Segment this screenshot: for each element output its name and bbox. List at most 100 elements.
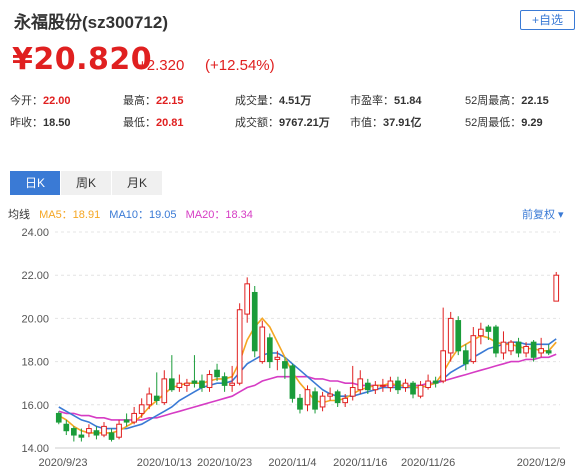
add-to-watchlist-button[interactable]: +自选 (520, 10, 575, 30)
candle-body (440, 350, 447, 382)
tab-weekly-k[interactable]: 周K (61, 171, 111, 195)
x-tick-label: 2020/11/4 (268, 457, 316, 469)
stat-item: 市盈率：51.84 (350, 92, 422, 108)
candle-body (410, 382, 416, 395)
candle-body (214, 369, 220, 378)
stat-item: 最低：20.81 (123, 114, 184, 130)
candle-body (432, 380, 439, 384)
x-tick-label: 2020/11/16 (333, 457, 387, 469)
candle-body (319, 395, 326, 408)
stat-value: 22.00 (43, 95, 71, 107)
stat-label: 昨收： (10, 117, 43, 129)
stat-label: 今开： (10, 95, 43, 107)
stat-label: 52周最低： (465, 117, 522, 129)
x-tick-label: 2020/10/23 (197, 457, 252, 469)
candle-body (334, 391, 341, 404)
candle-body (493, 326, 499, 354)
price-change-percent: (+12.54%) (205, 57, 275, 74)
stat-value: 20.81 (156, 117, 184, 129)
stat-value: 22.15 (521, 95, 549, 107)
candle-body (327, 393, 333, 397)
kline-chart: 24.00 22.00 20.00 18.00 16.00 14.00 2020/9/23 2… (21, 227, 566, 469)
candle-body (380, 384, 386, 387)
candle-body (71, 428, 77, 436)
candle-body (161, 378, 168, 404)
candle-body (259, 326, 266, 363)
stat-label: 市值： (350, 117, 383, 129)
candle-body (86, 428, 92, 434)
candle-body (78, 434, 85, 438)
stat-item: 市值：37.91亿 (350, 114, 422, 130)
candle-body (251, 291, 258, 352)
candle-body (153, 395, 160, 401)
candle-body (349, 387, 356, 397)
candle-body (530, 341, 537, 358)
x-tick-label: 2020/11/26 (401, 457, 455, 469)
candle-body (116, 423, 122, 438)
candle-body (101, 425, 107, 436)
candle-body (176, 382, 183, 389)
candle-body (455, 320, 462, 352)
stat-item: 今开：22.00 (10, 92, 71, 108)
candle-body (417, 384, 424, 397)
stat-label: 最低： (123, 117, 156, 129)
candle-body (364, 382, 371, 391)
candle-body (229, 382, 235, 386)
y-tick-label: 22.00 (21, 270, 49, 282)
stat-value: 37.91亿 (383, 117, 422, 129)
candle-body (545, 350, 552, 354)
stat-label: 成交额： (235, 117, 279, 129)
candle-body (244, 283, 251, 315)
stat-item: 成交额：9767.21万 (235, 114, 330, 130)
y-tick-label: 16.00 (21, 400, 49, 412)
period-tabs: 日K 周K 月K (10, 171, 163, 195)
stat-value: 9767.21万 (279, 117, 330, 129)
candle-body (553, 274, 560, 302)
candle-body (523, 345, 529, 354)
stat-value: 9.29 (521, 117, 543, 129)
stat-item: 52周最高：22.15 (465, 92, 549, 108)
candle-body (402, 382, 409, 389)
candle-body (538, 348, 544, 354)
stat-label: 最高： (123, 95, 156, 107)
candle-body (199, 380, 205, 389)
candle-body (508, 341, 514, 352)
candle-body (123, 419, 130, 423)
y-tick-label: 20.00 (21, 313, 49, 325)
stat-label: 市盈率： (350, 95, 394, 107)
candle-body (515, 341, 522, 354)
candle-body (342, 397, 349, 404)
candle-body (146, 393, 153, 406)
candle-body (138, 404, 145, 414)
stat-value: 22.15 (156, 95, 184, 107)
y-tick-label: 18.00 (21, 357, 49, 369)
stat-item: 成交量：4.51万 (235, 92, 311, 108)
candle-body (447, 317, 454, 354)
candle-body (462, 350, 469, 365)
candle-body (206, 374, 213, 389)
candle-body (478, 328, 484, 337)
candle-body (470, 335, 477, 363)
candle-body (312, 391, 318, 410)
x-tick-label: 2020/12/9 (517, 457, 566, 469)
candle-body (297, 397, 303, 410)
stat-value: 4.51万 (279, 95, 312, 107)
candle-body (131, 412, 137, 423)
candle-body (395, 380, 401, 391)
candle-body (357, 378, 364, 391)
tab-daily-k[interactable]: 日K (10, 171, 60, 195)
candle-body (274, 356, 281, 360)
candle-body (221, 376, 228, 386)
x-tick-label: 2020/10/13 (137, 457, 192, 469)
candle-body (93, 430, 100, 436)
tab-monthly-k[interactable]: 月K (112, 171, 162, 195)
current-price: ¥20.820 (12, 42, 153, 77)
candle-body (372, 384, 379, 391)
y-tick-label: 24.00 (21, 227, 49, 239)
candle-body (289, 365, 296, 399)
candle-body (55, 412, 62, 423)
y-tick-label: 14.00 (21, 443, 49, 455)
candle-body (282, 361, 288, 369)
stat-label: 52周最高： (465, 95, 522, 107)
candle-body (266, 337, 273, 363)
